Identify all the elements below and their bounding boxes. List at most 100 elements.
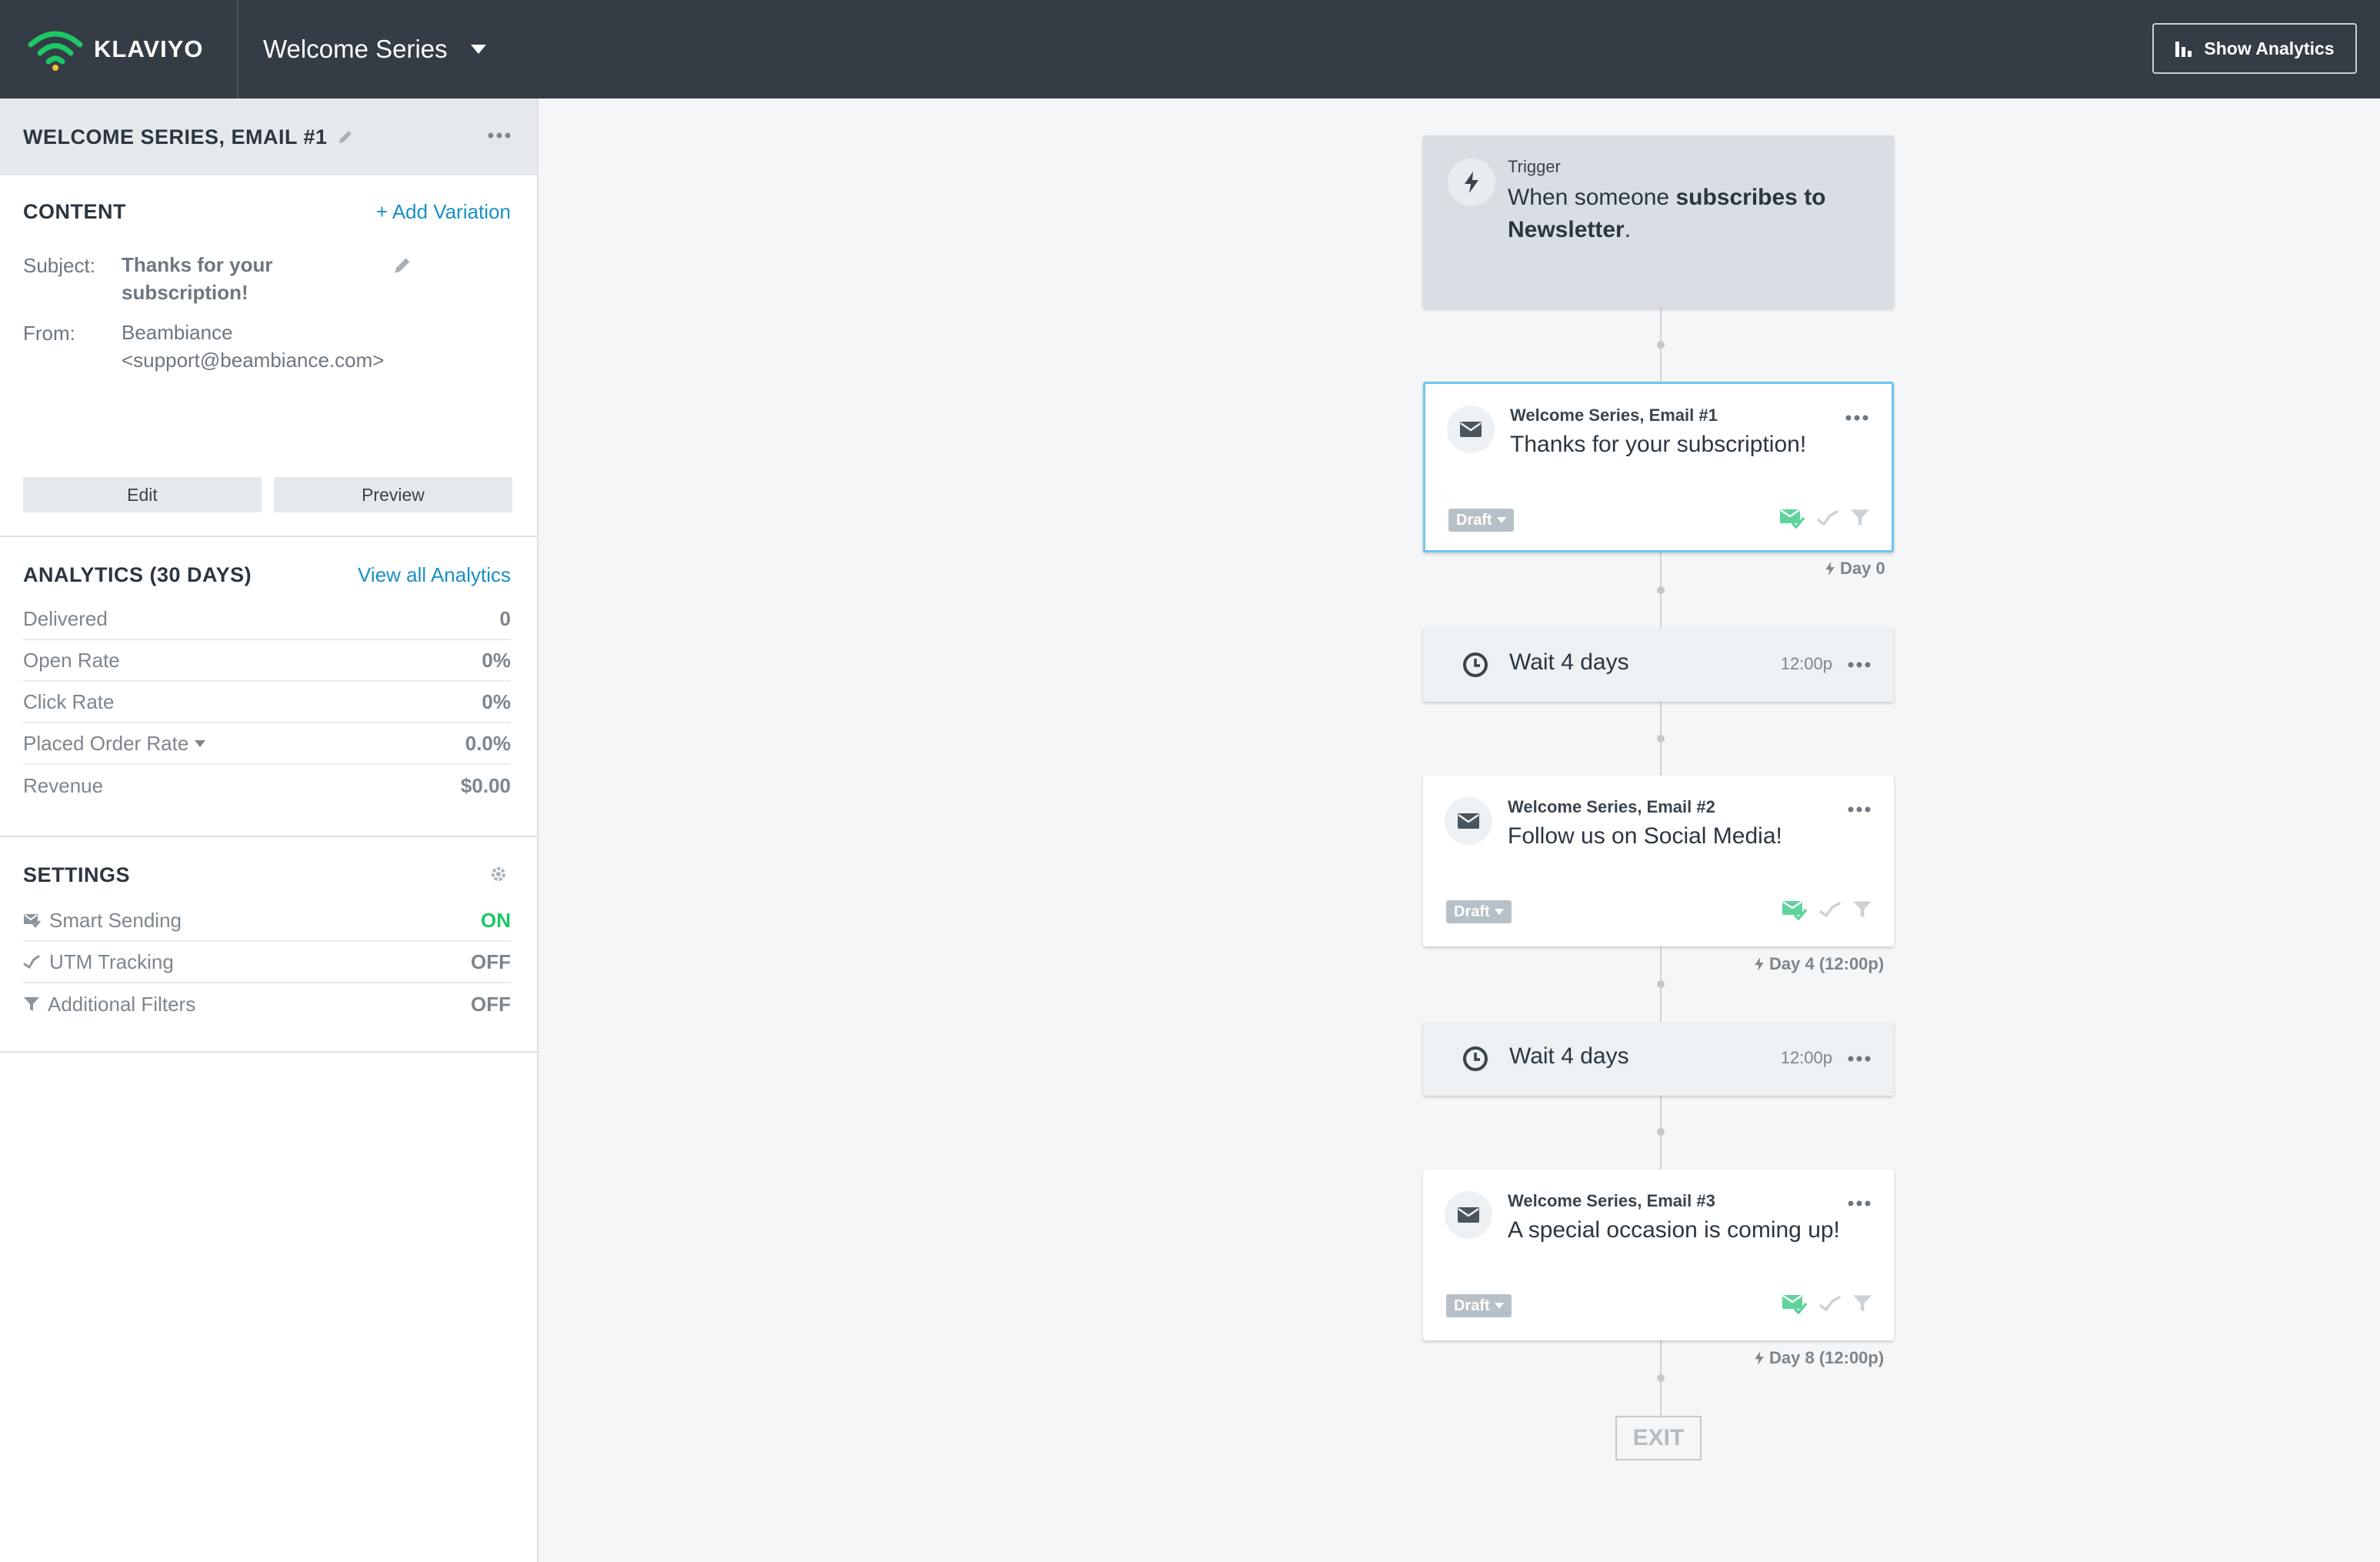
top-bar: KLAVIYO Welcome Series Show Analytics [0, 0, 2380, 98]
connector-dot [1657, 980, 1665, 988]
lightning-icon [1754, 956, 1769, 972]
email-node-2[interactable]: Welcome Series, Email #2 Follow us on So… [1423, 776, 1894, 946]
clock-icon [1452, 1036, 1498, 1082]
edit-subject-pencil-icon[interactable] [392, 255, 412, 275]
wait-label: Wait 4 days [1509, 649, 1629, 675]
trigger-label: Trigger [1508, 157, 1561, 176]
smart-sending-icon[interactable] [1779, 507, 1805, 529]
flow-title-dropdown[interactable]: Welcome Series [263, 35, 486, 64]
message-title: WELCOME SERIES, EMAIL #1 [23, 125, 328, 149]
add-variation-link[interactable]: + Add Variation [376, 200, 511, 224]
bar-chart-icon [2175, 40, 2204, 57]
wait-label: Wait 4 days [1509, 1043, 1629, 1069]
email-node-3[interactable]: Welcome Series, Email #3 A special occas… [1423, 1170, 1894, 1340]
email-name: Welcome Series, Email #2 [1508, 797, 1715, 816]
envelope-icon [1447, 406, 1495, 453]
analytics-title: ANALYTICS (30 DAYS) [23, 563, 252, 586]
stat-label: Delivered [23, 606, 108, 630]
stat-row-placed-order-rate: Placed Order Rate 0.0% [23, 723, 511, 765]
from-email: <support@beambiance.com> [122, 349, 385, 372]
setting-smart-sending[interactable]: Smart Sending ON [23, 900, 511, 942]
connector-dot [1657, 586, 1665, 594]
settings-title: SETTINGS [23, 863, 131, 886]
lightning-icon [1754, 1350, 1769, 1366]
filter-icon[interactable] [1850, 508, 1870, 528]
view-all-analytics-link[interactable]: View all Analytics [358, 563, 511, 587]
status-label: Draft [1454, 1297, 1490, 1314]
status-badge[interactable]: Draft [1448, 509, 1514, 532]
subject-label: Subject: [23, 254, 95, 277]
chevron-down-icon [470, 45, 486, 54]
sidebar: WELCOME SERIES, EMAIL #1 CONTENT + Add V… [0, 98, 538, 1562]
brand[interactable]: KLAVIYO [0, 0, 238, 98]
day-info: Day 0 [1825, 559, 1885, 579]
placed-order-rate-dropdown[interactable]: Placed Order Rate [23, 731, 206, 756]
stat-row-revenue: Revenue $0.00 [23, 765, 511, 806]
utm-tracking-icon[interactable] [1816, 509, 1839, 526]
connector-dot [1657, 1374, 1665, 1382]
settings-list: Smart Sending ON UTM Tracking OFF Additi… [23, 900, 511, 1025]
day-label: Day 0 [1840, 559, 1885, 578]
smart-sending-icon [23, 913, 49, 928]
setting-label: Smart Sending [49, 908, 182, 932]
email-subject: Follow us on Social Media! [1508, 823, 1782, 849]
email-tools [1768, 507, 1870, 529]
filter-icon[interactable] [1852, 899, 1872, 920]
more-options-icon[interactable] [1848, 1200, 1871, 1207]
setting-additional-filters[interactable]: Additional Filters OFF [23, 983, 511, 1025]
pencil-icon[interactable] [337, 128, 354, 145]
more-options-icon[interactable] [1845, 415, 1868, 421]
status-label: Draft [1456, 511, 1492, 529]
brand-name: KLAVIYO [94, 35, 204, 62]
trigger-suffix: . [1624, 217, 1632, 242]
setting-value: OFF [471, 950, 511, 973]
gear-icon[interactable] [489, 865, 508, 883]
email-subject: Thanks for your subscription! [1510, 432, 1807, 457]
status-badge[interactable]: Draft [1446, 900, 1512, 923]
wait-node-1[interactable]: Wait 4 days 12:00p [1423, 628, 1894, 702]
more-options-icon[interactable] [488, 132, 511, 139]
stat-label: Open Rate [23, 648, 120, 672]
connector-dot [1657, 735, 1665, 743]
status-badge[interactable]: Draft [1446, 1294, 1512, 1317]
setting-value: ON [481, 908, 511, 932]
setting-utm-tracking[interactable]: UTM Tracking OFF [23, 942, 511, 983]
more-options-icon[interactable] [1848, 806, 1871, 813]
connector-dot [1657, 1128, 1665, 1136]
flow-title: Welcome Series [263, 35, 448, 63]
day-info: Day 8 (12:00p) [1754, 1348, 1884, 1368]
show-analytics-label: Show Analytics [2204, 38, 2335, 58]
smart-sending-icon[interactable] [1782, 899, 1808, 920]
setting-label: Additional Filters [48, 992, 196, 1016]
setting-label: UTM Tracking [49, 950, 174, 973]
trigger-node[interactable]: Trigger When someone subscribes to Newsl… [1423, 135, 1894, 308]
stat-label: Click Rate [23, 689, 115, 713]
more-options-icon[interactable] [1848, 662, 1871, 668]
stat-value: 0.0% [465, 731, 511, 755]
email-tools [1771, 899, 1872, 920]
day-label: Day 4 (12:00p) [1769, 954, 1885, 973]
smart-sending-icon[interactable] [1782, 1293, 1808, 1314]
show-analytics-button[interactable]: Show Analytics [2152, 23, 2357, 74]
stat-value: 0 [499, 606, 511, 630]
envelope-icon [1445, 797, 1492, 845]
more-options-icon[interactable] [1848, 1056, 1871, 1062]
content-section: CONTENT + Add Variation Subject: Thanks … [0, 175, 537, 537]
stat-label: Placed Order Rate [23, 731, 189, 755]
edit-button[interactable]: Edit [23, 477, 262, 512]
wait-time: 12:00p [1780, 654, 1832, 673]
utm-tracking-icon[interactable] [1818, 1295, 1842, 1312]
stat-row-open-rate: Open Rate 0% [23, 640, 511, 682]
subject-value: Thanks for your subscription! [122, 253, 273, 304]
email-node-1[interactable]: Welcome Series, Email #1 Thanks for your… [1423, 382, 1894, 552]
filter-icon[interactable] [1852, 1293, 1872, 1313]
settings-section: SETTINGS Smart Sending ON UTM Tracking O… [0, 837, 537, 1053]
from-label: From: [23, 322, 75, 345]
preview-button[interactable]: Preview [274, 477, 512, 512]
trigger-prefix: When someone [1508, 185, 1676, 210]
email-name: Welcome Series, Email #3 [1508, 1191, 1715, 1210]
wait-node-2[interactable]: Wait 4 days 12:00p [1423, 1022, 1894, 1096]
stat-value: $0.00 [460, 773, 511, 797]
exit-node[interactable]: EXIT [1615, 1416, 1702, 1460]
utm-tracking-icon[interactable] [1818, 901, 1842, 918]
